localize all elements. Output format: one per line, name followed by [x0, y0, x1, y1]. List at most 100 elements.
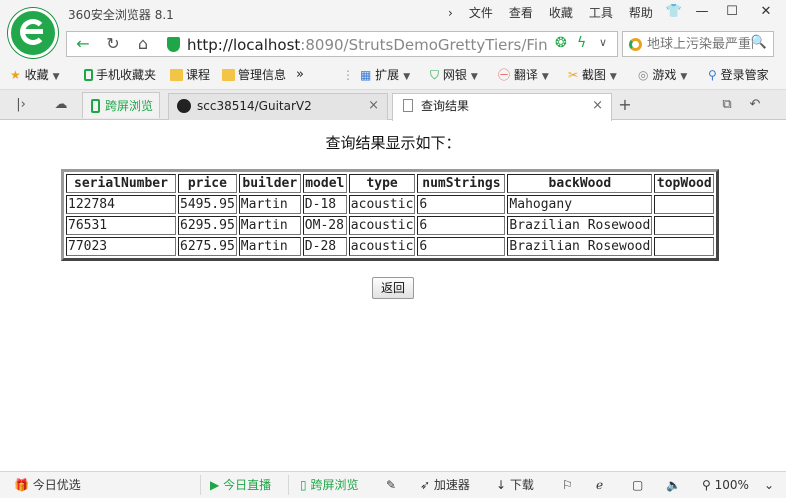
- screenshot-menu[interactable]: ✂ 截图 ▼: [568, 67, 617, 85]
- today-pick-button[interactable]: 🎁 今日优选: [14, 477, 81, 493]
- accelerator-label: 加速器: [433, 478, 470, 492]
- games-menu[interactable]: ◎ 游戏 ▼: [638, 67, 687, 85]
- search-engine-icon[interactable]: [629, 38, 642, 51]
- undo-close-icon[interactable]: ↶: [744, 95, 766, 115]
- accelerator-button[interactable]: ➶ 加速器: [420, 477, 470, 493]
- tab-query-results[interactable]: 查询结果 ×: [392, 93, 612, 121]
- bookmarks-bar: ★ 收藏 ▼ 手机收藏夹 课程 管理信息 » ⋮ ▦ 扩展 ▼ ⛉ 网银 ▼ ㊀ 翻译…: [0, 62, 786, 90]
- star-icon: ★: [10, 68, 21, 82]
- zoom-control[interactable]: ⚲ 100%: [702, 477, 749, 493]
- yen-shield-icon: ⛉: [430, 68, 440, 82]
- menu-view[interactable]: 查看: [501, 4, 541, 22]
- menu-expand-arrow[interactable]: ›: [440, 4, 461, 22]
- address-bar[interactable]: ← ↻ ⌂ http://localhost:8090/StrutsDemoGr…: [66, 31, 618, 57]
- gift-icon: 🎁: [14, 478, 29, 492]
- cell-serial: 76531: [66, 216, 176, 235]
- refresh-icon[interactable]: ↻: [101, 34, 125, 54]
- download-icon: ↓: [496, 478, 507, 492]
- cell-model: OM-28: [302, 216, 347, 235]
- home-icon[interactable]: ⌂: [131, 34, 155, 54]
- download-button[interactable]: ↓ 下载: [496, 477, 534, 493]
- minimize-button[interactable]: —: [686, 0, 718, 24]
- menu-help[interactable]: 帮助: [621, 4, 661, 22]
- cell-price: 5495.95: [178, 195, 237, 214]
- close-window-button[interactable]: ✕: [750, 0, 782, 24]
- cloud-icon[interactable]: ☁: [50, 95, 72, 115]
- bookmark-label: 手机收藏夹: [96, 68, 157, 82]
- split-view-label: 跨屏浏览: [105, 99, 154, 113]
- ie-mode-icon[interactable]: ℯ: [596, 477, 603, 493]
- results-table: serialNumber price builder model type nu…: [61, 169, 720, 261]
- restore-tabs-icon[interactable]: ⧉: [716, 95, 738, 115]
- search-box[interactable]: 🔍: [622, 31, 774, 57]
- chevron-down-icon[interactable]: ⌄: [764, 477, 774, 493]
- table-header-row: serialNumber price builder model type nu…: [66, 174, 715, 193]
- menu-favorites[interactable]: 收藏: [541, 4, 581, 22]
- address-dropdown-icon[interactable]: ∨: [599, 36, 607, 49]
- column-header: topWood: [654, 174, 715, 193]
- lightning-icon[interactable]: ϟ: [577, 35, 586, 51]
- split-view-status-button[interactable]: ▯ 跨屏浏览: [300, 477, 358, 493]
- sound-icon[interactable]: 🔈: [666, 477, 681, 493]
- page-content: 查询结果显示如下： serialNumber price builder mod…: [0, 121, 786, 471]
- split-view-button[interactable]: 跨屏浏览: [82, 92, 161, 118]
- bookmark-course[interactable]: 课程: [170, 67, 210, 83]
- key-icon: ⚲: [708, 68, 717, 82]
- translate-menu[interactable]: ㊀ 翻译 ▼: [498, 67, 549, 85]
- maximize-button[interactable]: ☐: [716, 0, 748, 24]
- chevron-down-icon: ▼: [470, 72, 478, 82]
- cell-strings: 6: [417, 216, 506, 235]
- play-icon: ▶: [210, 478, 220, 492]
- cell-backwood: Mahogany: [507, 195, 653, 214]
- extensions-menu[interactable]: ▦ 扩展 ▼: [360, 67, 410, 85]
- folder-icon: [222, 69, 235, 81]
- gamepad-icon: ◎: [638, 68, 649, 82]
- status-divider: [288, 475, 289, 495]
- new-tab-button[interactable]: +: [614, 95, 636, 115]
- window-icon[interactable]: ▢: [632, 477, 643, 493]
- today-live-button[interactable]: ▶ 今日直播: [210, 477, 271, 493]
- search-icon[interactable]: 🔍: [751, 35, 767, 50]
- download-label: 下载: [509, 478, 534, 492]
- zoom-level: 100%: [714, 478, 749, 492]
- menu-tools[interactable]: 工具: [581, 4, 621, 22]
- chevron-down-icon: ▼: [541, 72, 549, 82]
- bookmark-label: 课程: [186, 68, 211, 82]
- cell-topwood: [654, 216, 715, 235]
- cell-model: D-18: [302, 195, 347, 214]
- close-tab-icon[interactable]: ×: [592, 94, 603, 118]
- cell-builder: Martin: [238, 237, 301, 256]
- flag-icon[interactable]: ⚐: [562, 477, 573, 493]
- navigation-bar: ← ↻ ⌂ http://localhost:8090/StrutsDemoGr…: [0, 26, 786, 62]
- screenshot-label: 截图: [581, 68, 606, 82]
- bookmark-mobile[interactable]: 手机收藏夹: [84, 67, 156, 83]
- tab-guitarv2[interactable]: scc38514/GuitarV2 ×: [168, 93, 388, 120]
- favorites-menu[interactable]: ★ 收藏 ▼: [10, 67, 60, 85]
- speed-ring-icon[interactable]: ❂: [555, 35, 567, 51]
- favorites-label: 收藏: [24, 68, 49, 82]
- cell-builder: Martin: [238, 216, 301, 235]
- phone-icon: ▯: [300, 478, 307, 492]
- chevron-down-icon: ▼: [403, 72, 411, 82]
- browser-logo-icon[interactable]: [8, 8, 58, 58]
- url-host: http://localhost: [187, 36, 301, 54]
- back-arrow-icon[interactable]: ←: [71, 34, 95, 54]
- today-live-label: 今日直播: [223, 478, 272, 492]
- feather-icon[interactable]: ✎: [386, 477, 396, 493]
- back-button[interactable]: 返回: [372, 277, 414, 299]
- menu-file[interactable]: 文件: [461, 4, 501, 22]
- page-title: 查询结果显示如下：: [325, 134, 461, 152]
- login-manager[interactable]: ⚲ 登录管家: [708, 67, 769, 83]
- sidebar-toggle-icon[interactable]: |›: [10, 95, 32, 115]
- more-bookmarks-icon[interactable]: »: [296, 67, 304, 83]
- close-tab-icon[interactable]: ×: [368, 94, 379, 118]
- extensions-label: 扩展: [375, 68, 400, 82]
- cell-strings: 6: [417, 195, 506, 214]
- ebank-menu[interactable]: ⛉ 网银 ▼: [430, 67, 478, 85]
- table-row: 77023 6275.95 Martin D-28 acoustic 6 Bra…: [66, 237, 715, 256]
- cell-strings: 6: [417, 237, 506, 256]
- search-input[interactable]: [647, 35, 753, 53]
- url-text[interactable]: http://localhost:8090/StrutsDemoGrettyTi…: [187, 36, 547, 54]
- folder-icon: [170, 69, 183, 81]
- bookmark-management[interactable]: 管理信息: [222, 67, 286, 83]
